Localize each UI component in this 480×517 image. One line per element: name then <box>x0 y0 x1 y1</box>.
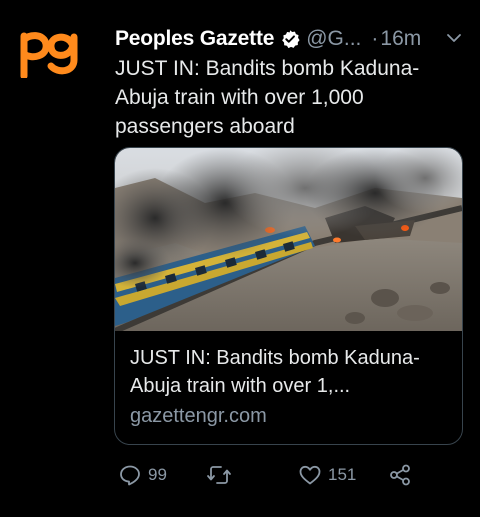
retweet-icon <box>207 466 231 484</box>
reply-button[interactable]: 99 <box>118 460 167 490</box>
tweet[interactable]: Peoples Gazette @G... · 16m JUST IN: Ban… <box>0 0 480 517</box>
reply-icon <box>120 465 140 486</box>
separator-dot: · <box>371 27 379 50</box>
retweet-button[interactable] <box>206 460 238 490</box>
share-icon <box>390 464 410 486</box>
card-image <box>115 148 462 331</box>
share-button[interactable] <box>388 460 412 490</box>
peoples-gazette-logo <box>20 32 78 78</box>
author-name[interactable]: Peoples Gazette <box>115 27 274 51</box>
chevron-down-icon[interactable] <box>446 32 462 44</box>
card-text: JUST IN: Bandits bomb Kaduna-Abuja train… <box>130 344 450 430</box>
link-card[interactable]: JUST IN: Bandits bomb Kaduna-Abuja train… <box>114 147 463 445</box>
tweet-text: JUST IN: Bandits bomb Kaduna-Abuja train… <box>115 57 420 138</box>
avatar[interactable] <box>18 22 82 86</box>
tweet-actions: 99 151 <box>118 460 418 490</box>
verified-badge-icon <box>282 30 300 49</box>
author-handle[interactable]: @G... <box>306 27 361 51</box>
tweet-header: Peoples Gazette @G... · 16m <box>115 24 466 54</box>
tweet-timestamp[interactable]: 16m <box>380 27 421 51</box>
reply-count: 99 <box>148 465 167 484</box>
like-button[interactable]: 151 <box>298 460 356 490</box>
heart-icon <box>299 465 321 485</box>
like-count: 151 <box>328 465 357 484</box>
card-domain: gazettengr.com <box>130 405 267 427</box>
card-title: JUST IN: Bandits bomb Kaduna-Abuja train… <box>130 347 420 397</box>
